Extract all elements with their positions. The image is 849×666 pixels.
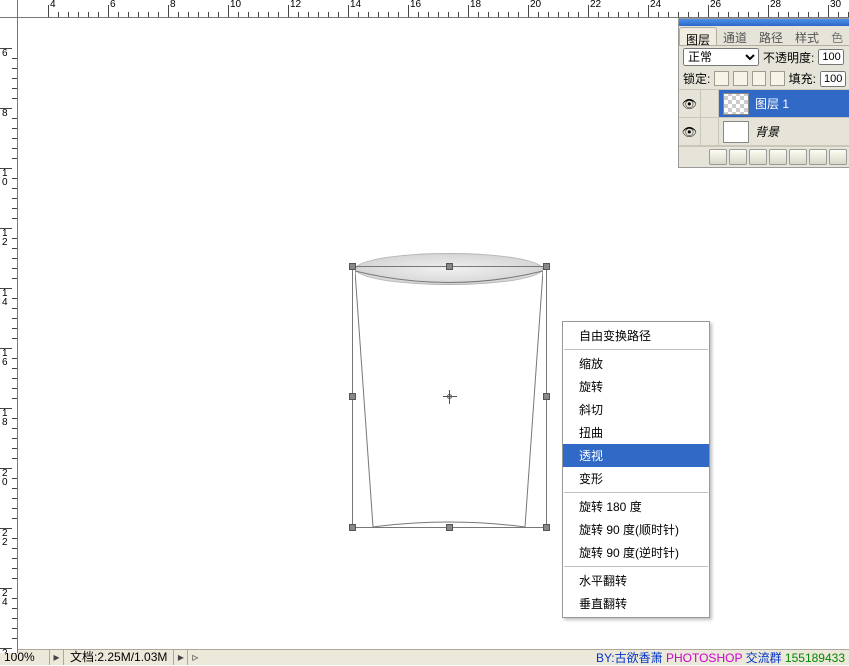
layer-name[interactable]: 图层 1 (753, 95, 789, 112)
credit-by: BY: (596, 651, 615, 665)
ctx-item[interactable]: 透视 (563, 444, 709, 467)
layer-link-cell[interactable] (701, 90, 719, 117)
layers-list: 👁 图层 1 👁 背景 (679, 90, 849, 146)
lock-transparent-icon[interactable] (714, 71, 729, 86)
ruler-corner (0, 0, 18, 18)
status-bar: 100% ▸ 文档:2.25M/1.03M ▸ ▹ BY:古欲香萧 PHOTOS… (0, 649, 849, 665)
visibility-eye-icon[interactable]: 👁 (679, 90, 701, 117)
transform-handle-br[interactable] (543, 524, 550, 531)
ruler-vertical[interactable]: 681 01 21 41 61 82 02 22 42 6 (0, 18, 18, 653)
doc-value: 2.25M/1.03M (97, 650, 167, 664)
transform-handle-ml[interactable] (349, 393, 356, 400)
fill-label: 填充: (789, 70, 816, 87)
layer-thumbnail[interactable] (723, 121, 749, 143)
panel-tab[interactable]: 路径 (753, 26, 789, 45)
transform-handle-bm[interactable] (446, 524, 453, 531)
status-play-icon[interactable]: ▹ (188, 650, 202, 665)
credit-text: BY:古欲香萧 PHOTOSHOP 交流群 155189433 (596, 649, 849, 666)
ctx-item[interactable]: 垂直翻转 (563, 592, 709, 615)
doc-label: 文档: (70, 650, 97, 664)
lock-all-icon[interactable] (770, 71, 785, 86)
ruler-horizontal[interactable]: 4681012141618202224262830 (18, 0, 849, 18)
delete-layer-icon[interactable] (829, 149, 847, 165)
status-arrow2-icon[interactable]: ▸ (174, 650, 188, 665)
status-arrow-icon[interactable]: ▸ (50, 650, 64, 665)
layers-panel[interactable]: 图层通道路径样式色 正常 不透明度: 锁定: 填充: 👁 图层 1 👁 背景 (678, 18, 849, 168)
credit-app: PHOTOSHOP (666, 651, 746, 665)
layer-row[interactable]: 👁 背景 (679, 118, 849, 146)
ctx-sep (564, 492, 708, 493)
panel-titlebar[interactable] (679, 19, 849, 26)
fill-input[interactable] (820, 71, 846, 87)
ctx-item[interactable]: 水平翻转 (563, 569, 709, 592)
ctx-item[interactable]: 旋转 (563, 375, 709, 398)
panel-tabs: 图层通道路径样式色 (679, 26, 849, 46)
panel-tab[interactable]: 图层 (679, 27, 717, 45)
layer-mask-icon[interactable] (749, 149, 767, 165)
ctx-item[interactable]: 斜切 (563, 398, 709, 421)
lock-position-icon[interactable] (752, 71, 767, 86)
transform-handle-bl[interactable] (349, 524, 356, 531)
transform-handle-tl[interactable] (349, 263, 356, 270)
transform-handle-tm[interactable] (446, 263, 453, 270)
context-menu: 自由变换路径 缩放旋转斜切扭曲透视变形 旋转 180 度旋转 90 度(顺时针)… (562, 321, 710, 618)
layer-row[interactable]: 👁 图层 1 (679, 90, 849, 118)
layer-link-cell[interactable] (701, 118, 719, 145)
credit-num: 155189433 (785, 651, 845, 665)
visibility-eye-icon[interactable]: 👁 (679, 118, 701, 145)
blend-opacity-row: 正常 不透明度: (679, 46, 849, 68)
transform-anchor[interactable] (443, 390, 457, 404)
ctx-item[interactable]: 缩放 (563, 352, 709, 375)
ctx-item[interactable]: 变形 (563, 467, 709, 490)
doc-info[interactable]: 文档:2.25M/1.03M (64, 650, 174, 665)
transform-bounding-box[interactable] (352, 266, 547, 528)
credit-group: 交流群 (746, 651, 782, 665)
ctx-item[interactable]: 旋转 90 度(逆时针) (563, 541, 709, 564)
lock-fill-row: 锁定: 填充: (679, 68, 849, 90)
link-layers-icon[interactable] (709, 149, 727, 165)
ctx-free-transform-path[interactable]: 自由变换路径 (563, 324, 709, 347)
ctx-item[interactable]: 旋转 180 度 (563, 495, 709, 518)
ctx-sep (564, 349, 708, 350)
opacity-label: 不透明度: (763, 49, 814, 66)
transform-handle-tr[interactable] (543, 263, 550, 270)
credit-author: 古欲香萧 (615, 651, 663, 665)
ctx-item[interactable]: 扭曲 (563, 421, 709, 444)
ctx-sep (564, 566, 708, 567)
panel-tab[interactable]: 样式 (789, 26, 825, 45)
lock-image-icon[interactable] (733, 71, 748, 86)
lock-label: 锁定: (683, 70, 710, 87)
ctx-item[interactable]: 旋转 90 度(顺时针) (563, 518, 709, 541)
layer-style-icon[interactable] (729, 149, 747, 165)
layer-name[interactable]: 背景 (753, 123, 779, 140)
layers-buttons (679, 146, 849, 167)
opacity-input[interactable] (818, 49, 844, 65)
panel-tab[interactable]: 色 (825, 26, 849, 45)
layer-thumbnail[interactable] (723, 93, 749, 115)
transform-handle-mr[interactable] (543, 393, 550, 400)
layer-group-icon[interactable] (789, 149, 807, 165)
panel-tab[interactable]: 通道 (717, 26, 753, 45)
adjustment-layer-icon[interactable] (769, 149, 787, 165)
blend-mode-select[interactable]: 正常 (683, 48, 759, 66)
new-layer-icon[interactable] (809, 149, 827, 165)
